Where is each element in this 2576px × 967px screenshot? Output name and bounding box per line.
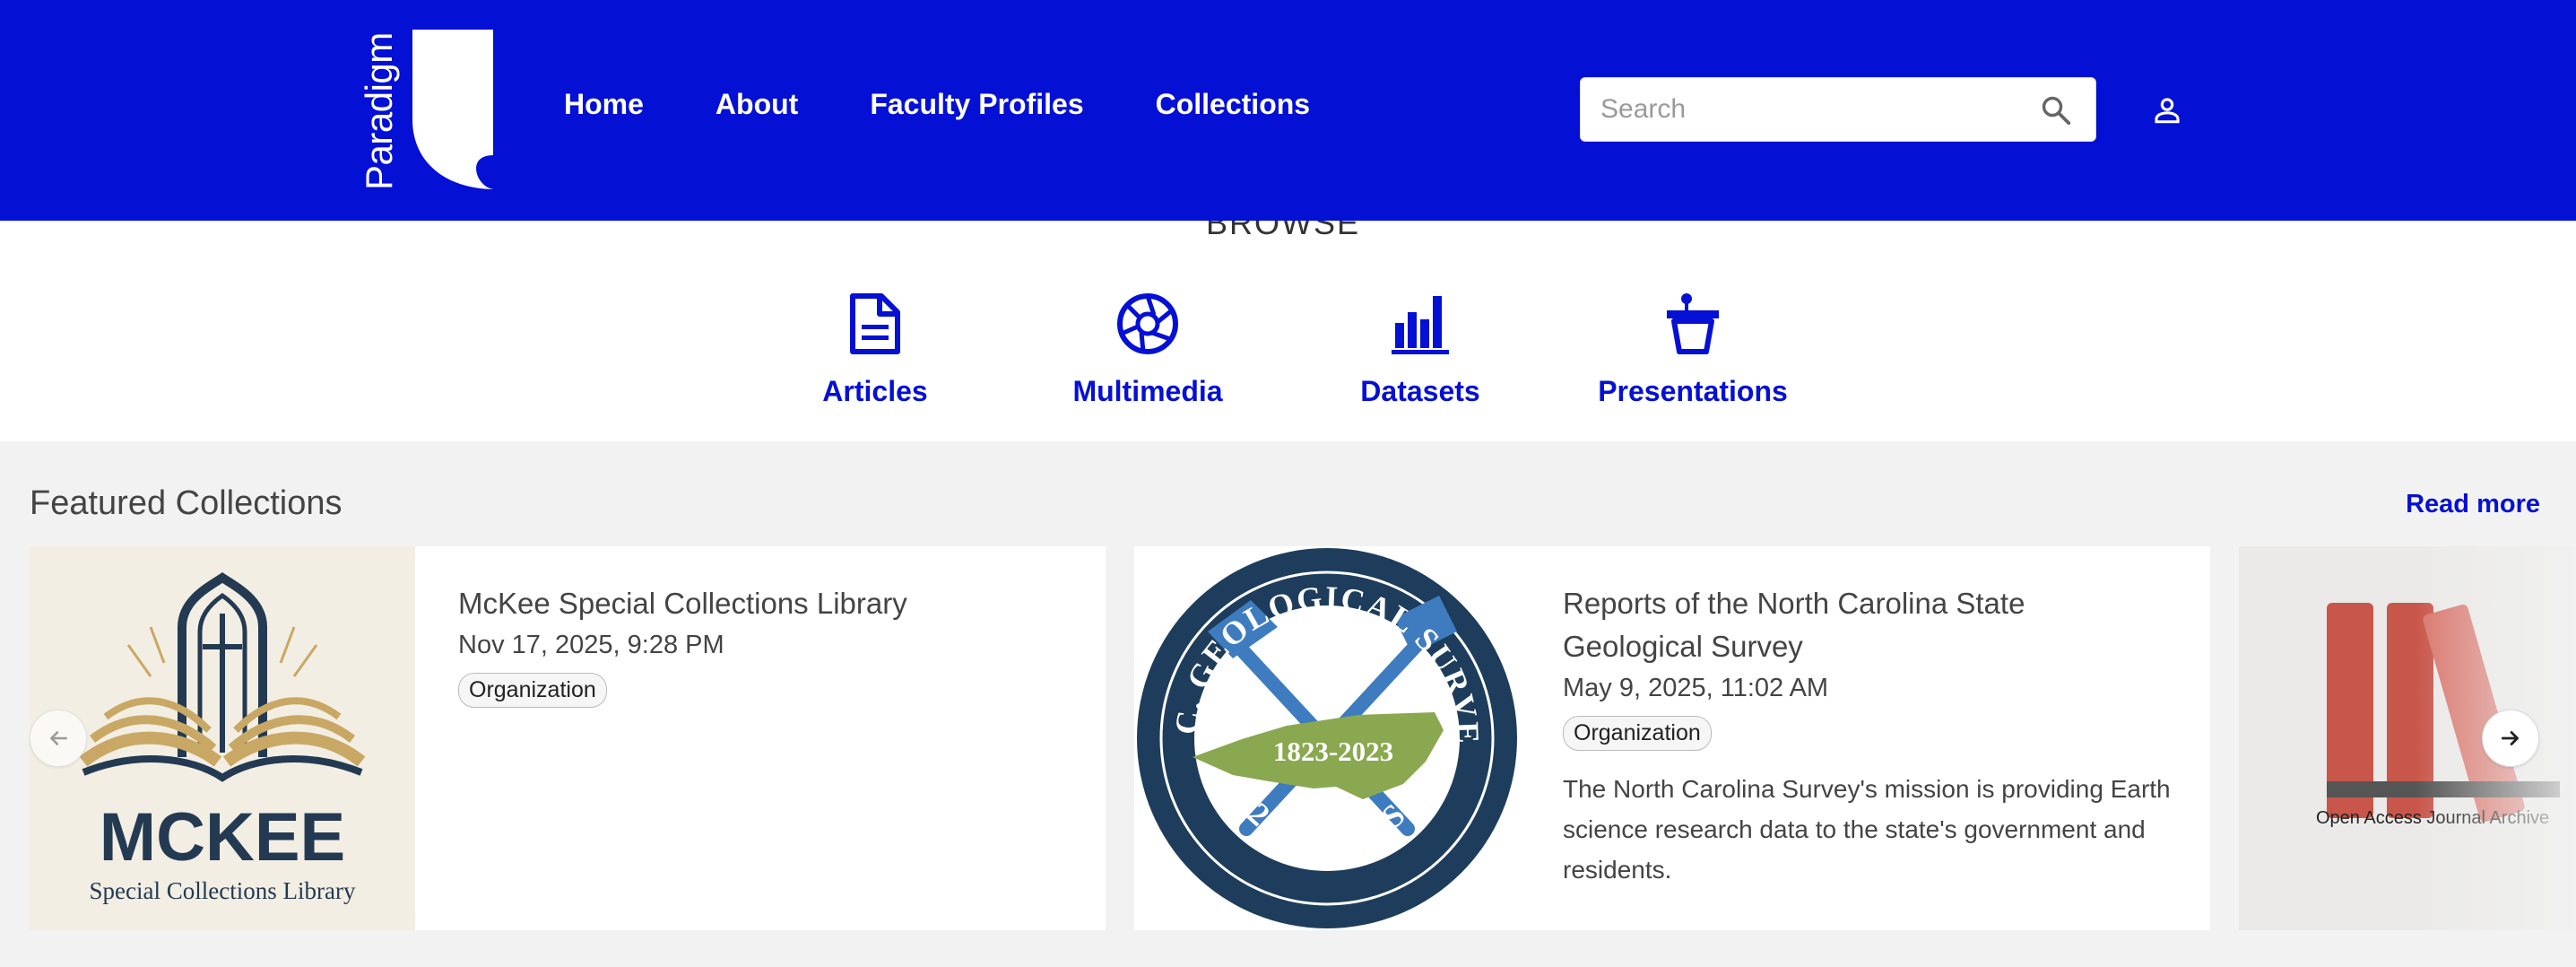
bar-chart-icon	[1392, 296, 1449, 354]
collection-card-ncgs[interactable]: 1823-2023 N.C. GEOLOGICAL SURVEY 200 YEA…	[1134, 546, 2210, 930]
browse-section	[0, 221, 2576, 441]
search-input[interactable]	[1600, 78, 2022, 141]
document-icon	[850, 293, 900, 354]
browse-presentations-label: Presentations	[1598, 375, 1788, 407]
arrow-left-icon	[50, 731, 67, 745]
card-text: McKee Special Collections Library Nov 17…	[458, 582, 1068, 708]
search-icon[interactable]	[2039, 93, 2073, 127]
nav-home[interactable]: Home	[564, 88, 644, 121]
mckee-book-logo: MCKEE Special Collections Library	[79, 571, 366, 904]
card-description: The North Carolina Survey's mission is p…	[1563, 775, 2171, 884]
card-date: May 9, 2025, 11:02 AM	[1563, 674, 1829, 702]
mckee-image-subtitle: Special Collections Library	[90, 877, 356, 904]
carousel-next-button[interactable]	[2482, 710, 2539, 767]
nav-about[interactable]: About	[716, 88, 798, 121]
lectern-icon	[1667, 293, 1719, 354]
card-title[interactable]: McKee Special Collections Library	[458, 582, 1068, 625]
camera-aperture-icon	[1117, 293, 1178, 354]
browse-articles[interactable]: Articles	[759, 292, 992, 408]
browse-presentations[interactable]: Presentations	[1576, 292, 1809, 408]
nav-faculty-profiles[interactable]: Faculty Profiles	[870, 88, 1083, 121]
read-more-link[interactable]: Read more	[2406, 490, 2540, 519]
main-nav: Home About Faculty Profiles Collections	[564, 88, 1382, 121]
ncgs-seal: 1823-2023 N.C. GEOLOGICAL SURVEY 200 YEA…	[1134, 546, 1517, 928]
logo-wordmark: Paradigm	[358, 32, 400, 190]
search-box	[1580, 77, 2096, 142]
browse-multimedia-label: Multimedia	[1072, 375, 1223, 407]
card-text: Reports of the North Carolina State Geol…	[1563, 582, 2173, 890]
featured-collections-title: Featured Collections	[30, 484, 343, 522]
card-type-badge: Organization	[458, 673, 607, 708]
browse-datasets[interactable]: Datasets	[1304, 292, 1537, 408]
nav-collections[interactable]: Collections	[1156, 88, 1310, 121]
mckee-image-title: MCKEE	[100, 799, 345, 876]
browse-multimedia[interactable]: Multimedia	[1031, 292, 1264, 408]
arrow-right-icon	[2501, 731, 2519, 745]
mckee-logo-image: MCKEE Special Collections Library	[30, 546, 415, 930]
browse-datasets-label: Datasets	[1360, 375, 1480, 407]
ncgs-seal-image: 1823-2023 N.C. GEOLOGICAL SURVEY 200 YEA…	[1134, 546, 1520, 930]
card-title[interactable]: Reports of the North Carolina State Geol…	[1563, 582, 2173, 668]
collection-card-mckee[interactable]: MCKEE Special Collections Library McKee …	[30, 546, 1106, 930]
user-icon[interactable]	[2152, 95, 2182, 126]
carousel-prev-button[interactable]	[30, 710, 87, 767]
paradigm-logo-icon	[412, 30, 495, 189]
ncgs-seal-years: 1823-2023	[1273, 736, 1393, 767]
card-date: Nov 17, 2025, 9:28 PM	[458, 631, 724, 659]
card-type-badge: Organization	[1563, 716, 1712, 751]
browse-articles-label: Articles	[822, 375, 928, 407]
